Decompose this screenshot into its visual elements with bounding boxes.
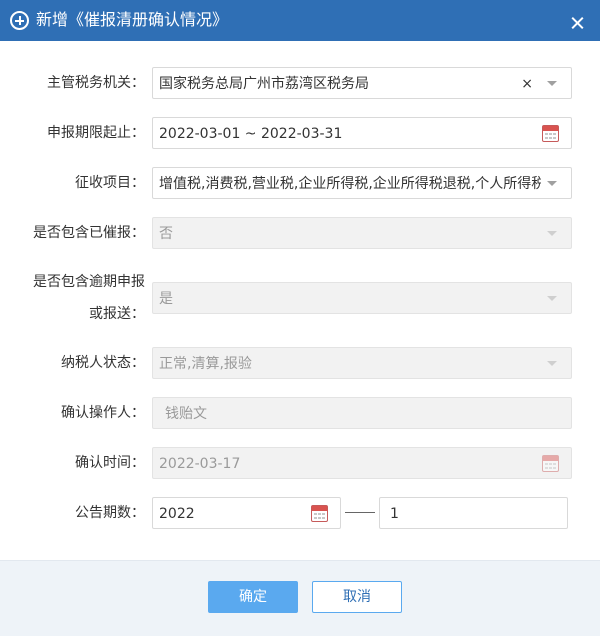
taxpayer-status-value: 正常,清算,报验: [159, 356, 252, 372]
notice-number-input[interactable]: 1: [379, 497, 568, 529]
taxpayer-status-label: 纳税人状态：: [61, 355, 145, 371]
calendar-icon[interactable]: [542, 125, 559, 142]
close-icon[interactable]: [571, 16, 584, 29]
items-value: 增值税,消费税,营业税,企业所得税,企业所得税退税,个人所得税,...: [159, 176, 541, 192]
confirm-time-input: 2022-03-17: [152, 447, 572, 479]
confirm-time-label: 确认时间：: [75, 455, 145, 471]
include-overdue-select: 是: [152, 282, 572, 314]
chevron-down-icon[interactable]: [547, 81, 557, 86]
notice-number-value: 1: [390, 506, 399, 522]
notice-year-value: 2022: [159, 506, 195, 522]
dialog-title: 新增《催报清册确认情况》: [36, 10, 229, 29]
dialog-titlebar: 新增《催报清册确认情况》: [0, 0, 600, 41]
cancel-button[interactable]: 取消: [312, 581, 402, 613]
include-urged-label: 是否包含已催报：: [33, 225, 145, 241]
tax-authority-value: 国家税务总局广州市荔湾区税务局: [159, 76, 369, 92]
taxpayer-status-select: 正常,清算,报验: [152, 347, 572, 379]
chevron-down-icon: [547, 361, 557, 366]
tax-authority-select[interactable]: 国家税务总局广州市荔湾区税务局 ×: [152, 67, 572, 99]
items-label: 征收项目：: [75, 175, 145, 191]
notice-year-input[interactable]: 2022: [152, 497, 341, 529]
clear-icon[interactable]: ×: [521, 74, 533, 94]
operator-value: 钱贻文: [165, 406, 207, 422]
confirm-time-value: 2022-03-17: [159, 456, 241, 472]
calendar-icon: [542, 455, 559, 472]
operator-label: 确认操作人：: [61, 405, 145, 421]
include-urged-select: 否: [152, 217, 572, 249]
include-urged-value: 否: [159, 226, 173, 242]
tax-authority-label: 主管税务机关：: [47, 75, 145, 91]
items-select[interactable]: 增值税,消费税,营业税,企业所得税,企业所得税退税,个人所得税,...: [152, 167, 572, 199]
chevron-down-icon: [547, 231, 557, 236]
include-overdue-value: 是: [159, 291, 173, 307]
calendar-icon[interactable]: [311, 505, 328, 522]
dialog-footer: 确定 取消: [0, 560, 600, 636]
include-overdue-label-line2: 或报送：: [89, 306, 145, 322]
confirm-button[interactable]: 确定: [208, 581, 298, 613]
plus-circle-icon: [10, 11, 29, 30]
include-overdue-label-line1: 是否包含逾期申报: [33, 274, 145, 290]
operator-input: 钱贻文: [152, 397, 572, 429]
period-date-range-input[interactable]: 2022-03-01 ~ 2022-03-31: [152, 117, 572, 149]
chevron-down-icon: [547, 296, 557, 301]
period-value: 2022-03-01 ~ 2022-03-31: [159, 126, 343, 142]
range-dash: [345, 512, 375, 513]
period-label: 申报期限起止：: [47, 125, 145, 141]
notice-period-label: 公告期数：: [75, 505, 145, 521]
chevron-down-icon[interactable]: [547, 181, 557, 186]
